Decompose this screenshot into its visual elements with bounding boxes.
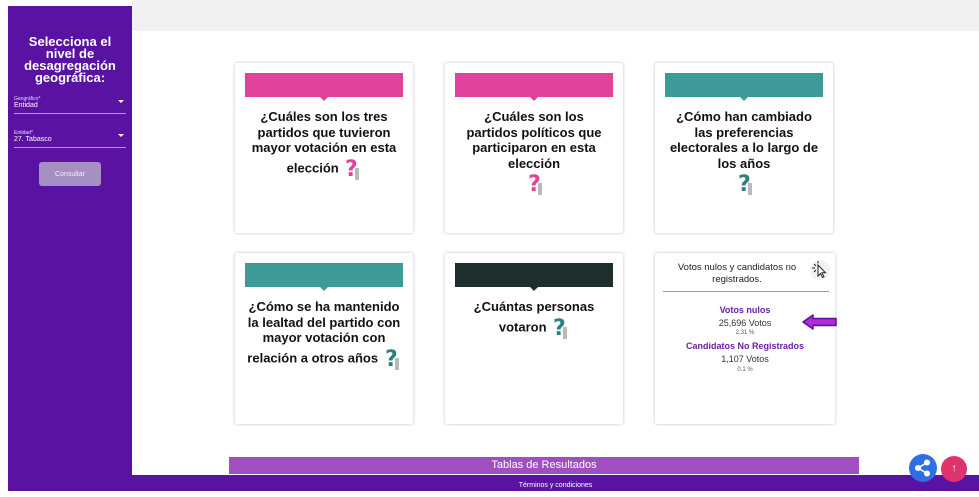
chevron-down-icon (118, 100, 124, 103)
band-notch (320, 97, 328, 101)
arrow-up-icon: ↑ (951, 463, 957, 474)
unregistered-count: 1,107 Votos (721, 354, 769, 364)
geo-level-value: Entidad (14, 102, 38, 109)
top-bar (132, 0, 979, 31)
consult-button[interactable]: Consultar (39, 162, 101, 186)
scroll-top-button[interactable]: ↑ (941, 456, 967, 482)
question-person-icon: ? (385, 347, 399, 372)
null-votes-card[interactable]: Votos nulos y candidatos no registrados.… (655, 253, 837, 424)
pointer-click-icon (810, 260, 830, 280)
card-question-text: ¿Cuáles son los partidos políticos que p… (466, 109, 602, 171)
card-band (455, 73, 613, 97)
entity-select[interactable]: Entidad* 27. Tabasco (14, 128, 126, 148)
question-card-participating-parties[interactable]: ¿Cuáles son los partidos políticos que p… (445, 63, 623, 233)
band-notch (530, 97, 538, 101)
card-question-text: ¿Cuántas personas votaron (473, 299, 595, 334)
arrow-left-icon (802, 314, 837, 330)
geo-level-select[interactable]: Geográfico* Entidad (14, 94, 126, 114)
band-notch (320, 287, 328, 291)
band-notch (740, 97, 748, 101)
sidebar: Selecciona el nivel de desagregación geo… (8, 6, 132, 491)
card-question: ¿Cuáles son los tres partidos que tuvier… (247, 109, 401, 182)
question-person-icon: ? (553, 316, 568, 341)
question-card-party-loyalty[interactable]: ¿Cómo se ha mantenido la lealtad del par… (235, 253, 413, 424)
card-question: ¿Cómo han cambiado las preferencias elec… (667, 109, 821, 197)
unregistered-label: Candidatos No Registrados (685, 341, 804, 351)
footer: Términos y condiciones (132, 475, 979, 491)
card-question: ¿Cuáles son los partidos políticos que p… (457, 109, 611, 197)
chevron-down-icon (118, 134, 124, 137)
card-question-text: ¿Cuáles son los tres partidos que tuvier… (251, 109, 397, 175)
band-notch (530, 287, 538, 291)
question-person-icon: ? (528, 172, 542, 197)
results-tables-bar[interactable]: Tablas de Resultados (229, 457, 859, 474)
sidebar-title: Selecciona el nivel de desagregación geo… (24, 34, 116, 85)
card-band (245, 263, 403, 287)
divider (663, 291, 829, 292)
card-band (245, 73, 403, 97)
question-person-icon: ? (738, 172, 752, 197)
terms-link[interactable]: Términos y condiciones (519, 482, 593, 489)
share-button[interactable] (909, 454, 937, 482)
question-card-turnout[interactable]: ¿Cuántas personas votaron ? (445, 253, 623, 424)
card-question-text: ¿Cómo se ha mantenido la lealtad del par… (247, 299, 401, 365)
question-person-icon: ? (345, 157, 360, 182)
card-question: ¿Cuántas personas votaron ? (457, 299, 611, 341)
card-question: ¿Cómo se ha mantenido la lealtad del par… (247, 299, 401, 372)
entity-value: 27. Tabasco (14, 136, 52, 143)
card-question-text: ¿Cómo han cambiado las preferencias elec… (669, 109, 819, 171)
card-band (665, 73, 823, 97)
unregistered-percent: 0.1 % (737, 367, 753, 373)
question-card-top-parties[interactable]: ¿Cuáles son los tres partidos que tuvier… (235, 63, 413, 233)
null-votes-percent: 2.31 % (735, 330, 755, 336)
share-icon (915, 459, 930, 477)
question-card-preferences-change[interactable]: ¿Cómo han cambiado las preferencias elec… (655, 63, 833, 233)
null-votes-card-title: Votos nulos y candidatos no registrados. (677, 262, 797, 285)
card-band (455, 263, 613, 287)
